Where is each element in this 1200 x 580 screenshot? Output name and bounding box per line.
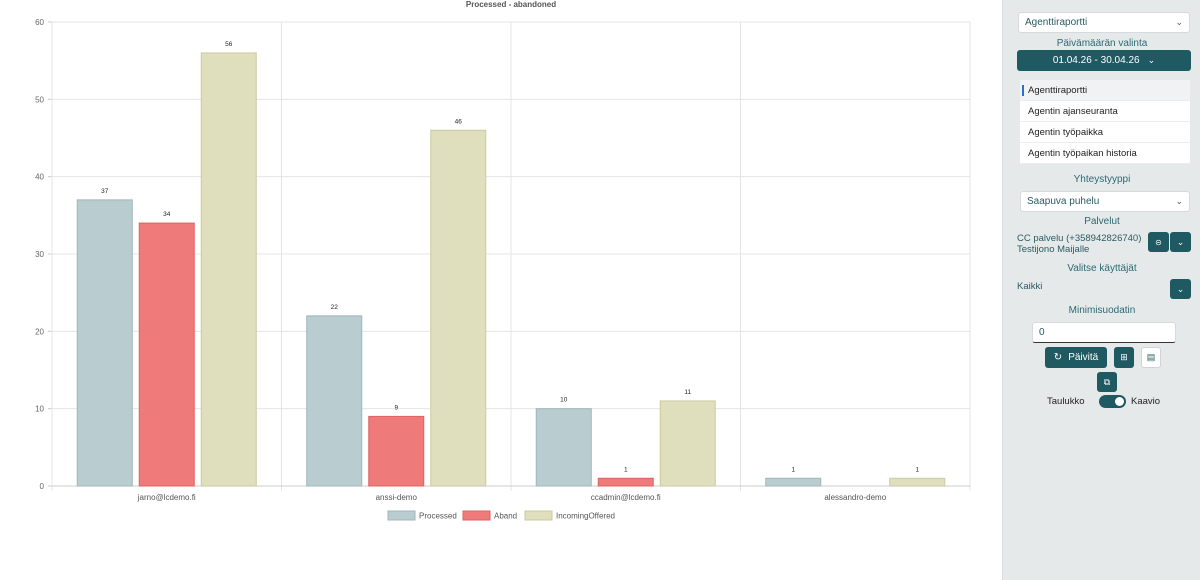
copy-icon: ⧉: [1103, 376, 1111, 387]
min-filter-input[interactable]: 0: [1032, 322, 1176, 343]
menu-item-ajanseuranta[interactable]: Agentin ajanseuranta: [1020, 101, 1190, 122]
toggle-left-label: Taulukko: [1047, 396, 1085, 407]
bar-value-label: 56: [225, 41, 233, 48]
menu-item-label: Agenttiraportti: [1028, 84, 1088, 96]
report-menu: Agenttiraportti Agentin ajanseuranta Age…: [1020, 80, 1190, 164]
x-tick-label: alessandro-demo: [824, 493, 886, 502]
bar: [138, 222, 195, 487]
bar: [76, 199, 133, 487]
chart-title: Processed - abandoned: [466, 0, 556, 9]
y-tick-label: 40: [35, 173, 44, 182]
users-label: Valitse käyttäjät: [1067, 263, 1137, 274]
users-value: Kaikki: [1017, 281, 1043, 292]
chevron-down-icon: ⌄: [1176, 236, 1185, 247]
min-filter-value: 0: [1039, 327, 1045, 338]
legend-swatch: [462, 510, 491, 521]
excel-icon: ⊞: [1120, 352, 1128, 362]
date-range-button[interactable]: 01.04.26 - 30.04.26 ⌄: [1017, 50, 1191, 71]
x-tick-label: jarno@lcdemo.fi: [137, 493, 196, 502]
services-label: Palvelut: [1084, 216, 1120, 227]
menu-item-label: Agentin ajanseuranta: [1028, 105, 1118, 117]
y-tick-label: 20: [35, 327, 44, 336]
menu-item-agenttiraportti[interactable]: Agenttiraportti: [1020, 80, 1190, 101]
sidebar: Agenttiraportti ⌄ Päivämäärän valinta 01…: [1002, 0, 1200, 580]
toggle-right-label: Kaavio: [1131, 396, 1161, 407]
calendar-button[interactable]: ▤: [1141, 347, 1161, 368]
services-selection: CC palvelu (+358942826740) Testijono Mai…: [1017, 233, 1147, 255]
date-label: Päivämäärän valinta: [1056, 38, 1148, 49]
menu-item-label: Agentin työpaikka: [1028, 126, 1103, 138]
chart-area: Processed - abandoned 0 10 20 30 40 50 60 37 34 56…: [0, 0, 1002, 580]
copy-button[interactable]: ⧉: [1097, 372, 1117, 392]
bar: [535, 408, 592, 487]
bar-chart: Processed - abandoned 0 10 20 30 40 50 60 37 34 56…: [35, 0, 971, 521]
table-chart-toggle[interactable]: [1099, 395, 1126, 408]
users-dropdown-button[interactable]: ⌄: [1170, 279, 1191, 299]
y-tick-label: 60: [35, 18, 44, 27]
menu-item-tyopaikan-historia[interactable]: Agentin työpaikan historia: [1020, 143, 1190, 164]
y-tick-label: 10: [35, 405, 44, 414]
chevron-down-icon: ⌄: [1175, 17, 1183, 27]
refresh-icon: ↻: [1053, 352, 1063, 363]
bar-value-label: 1: [624, 466, 628, 473]
y-tick-label: 0: [40, 482, 45, 491]
bar-value-label: 22: [331, 304, 339, 311]
services-dropdown-button[interactable]: ⌄: [1170, 232, 1191, 252]
y-tick-label: 50: [35, 95, 44, 104]
bar: [889, 477, 946, 487]
menu-item-label: Agentin työpaikan historia: [1028, 147, 1137, 159]
legend-swatch: [524, 510, 553, 521]
contact-type-select[interactable]: Saapuva puhelu ⌄: [1020, 191, 1190, 212]
bar: [765, 477, 822, 487]
legend-label: Aband: [494, 512, 517, 521]
y-tick-label: 30: [35, 250, 44, 259]
service-item: CC palvelu (+358942826740): [1017, 233, 1142, 244]
legend-label: IncomingOffered: [556, 512, 615, 521]
refresh-button[interactable]: ↻ Päivitä: [1045, 347, 1107, 368]
contact-type-label: Yhteystyyppi: [1073, 174, 1131, 185]
bar: [200, 52, 257, 487]
chevron-down-icon: ⌄: [1147, 55, 1156, 65]
toggle-knob: [1115, 397, 1124, 406]
contact-type-value: Saapuva puhelu: [1027, 196, 1100, 207]
refresh-label: Päivitä: [1068, 352, 1099, 363]
clear-icon: ⊝: [1155, 237, 1162, 247]
chevron-down-icon: ⌄: [1175, 196, 1183, 206]
bar: [430, 129, 487, 487]
bar-value-label: 11: [684, 389, 691, 396]
bar-value-label: 37: [101, 188, 109, 195]
x-tick-label: ccadmin@lcdemo.fi: [591, 493, 661, 502]
min-filter-label: Minimisuodatin: [1068, 305, 1136, 316]
bar: [597, 477, 654, 487]
bar-value-label: 1: [915, 466, 919, 473]
date-range-value: 01.04.26 - 30.04.26: [1052, 55, 1140, 66]
services-clear-button[interactable]: ⊝: [1148, 232, 1169, 252]
legend-label: Processed: [419, 512, 457, 521]
bar-value-label: 1: [791, 466, 795, 473]
service-item: Testijono Maijalle: [1017, 244, 1090, 255]
bar-value-label: 10: [560, 397, 568, 404]
chevron-down-icon: ⌄: [1176, 283, 1185, 294]
bar: [306, 315, 363, 487]
legend-swatch: [387, 510, 416, 521]
calendar-icon: ▤: [1146, 352, 1156, 362]
report-select[interactable]: Agenttiraportti ⌄: [1018, 12, 1190, 33]
bar-value-label: 34: [163, 211, 171, 218]
bar-value-label: 46: [455, 118, 463, 125]
bar: [659, 400, 716, 487]
x-tick-label: anssi-demo: [376, 493, 418, 502]
report-select-value: Agenttiraportti: [1025, 17, 1088, 28]
bar-value-label: 9: [394, 404, 398, 411]
bar: [368, 415, 425, 487]
export-excel-button[interactable]: ⊞: [1114, 347, 1134, 368]
menu-item-tyopaikka[interactable]: Agentin työpaikka: [1020, 122, 1190, 143]
